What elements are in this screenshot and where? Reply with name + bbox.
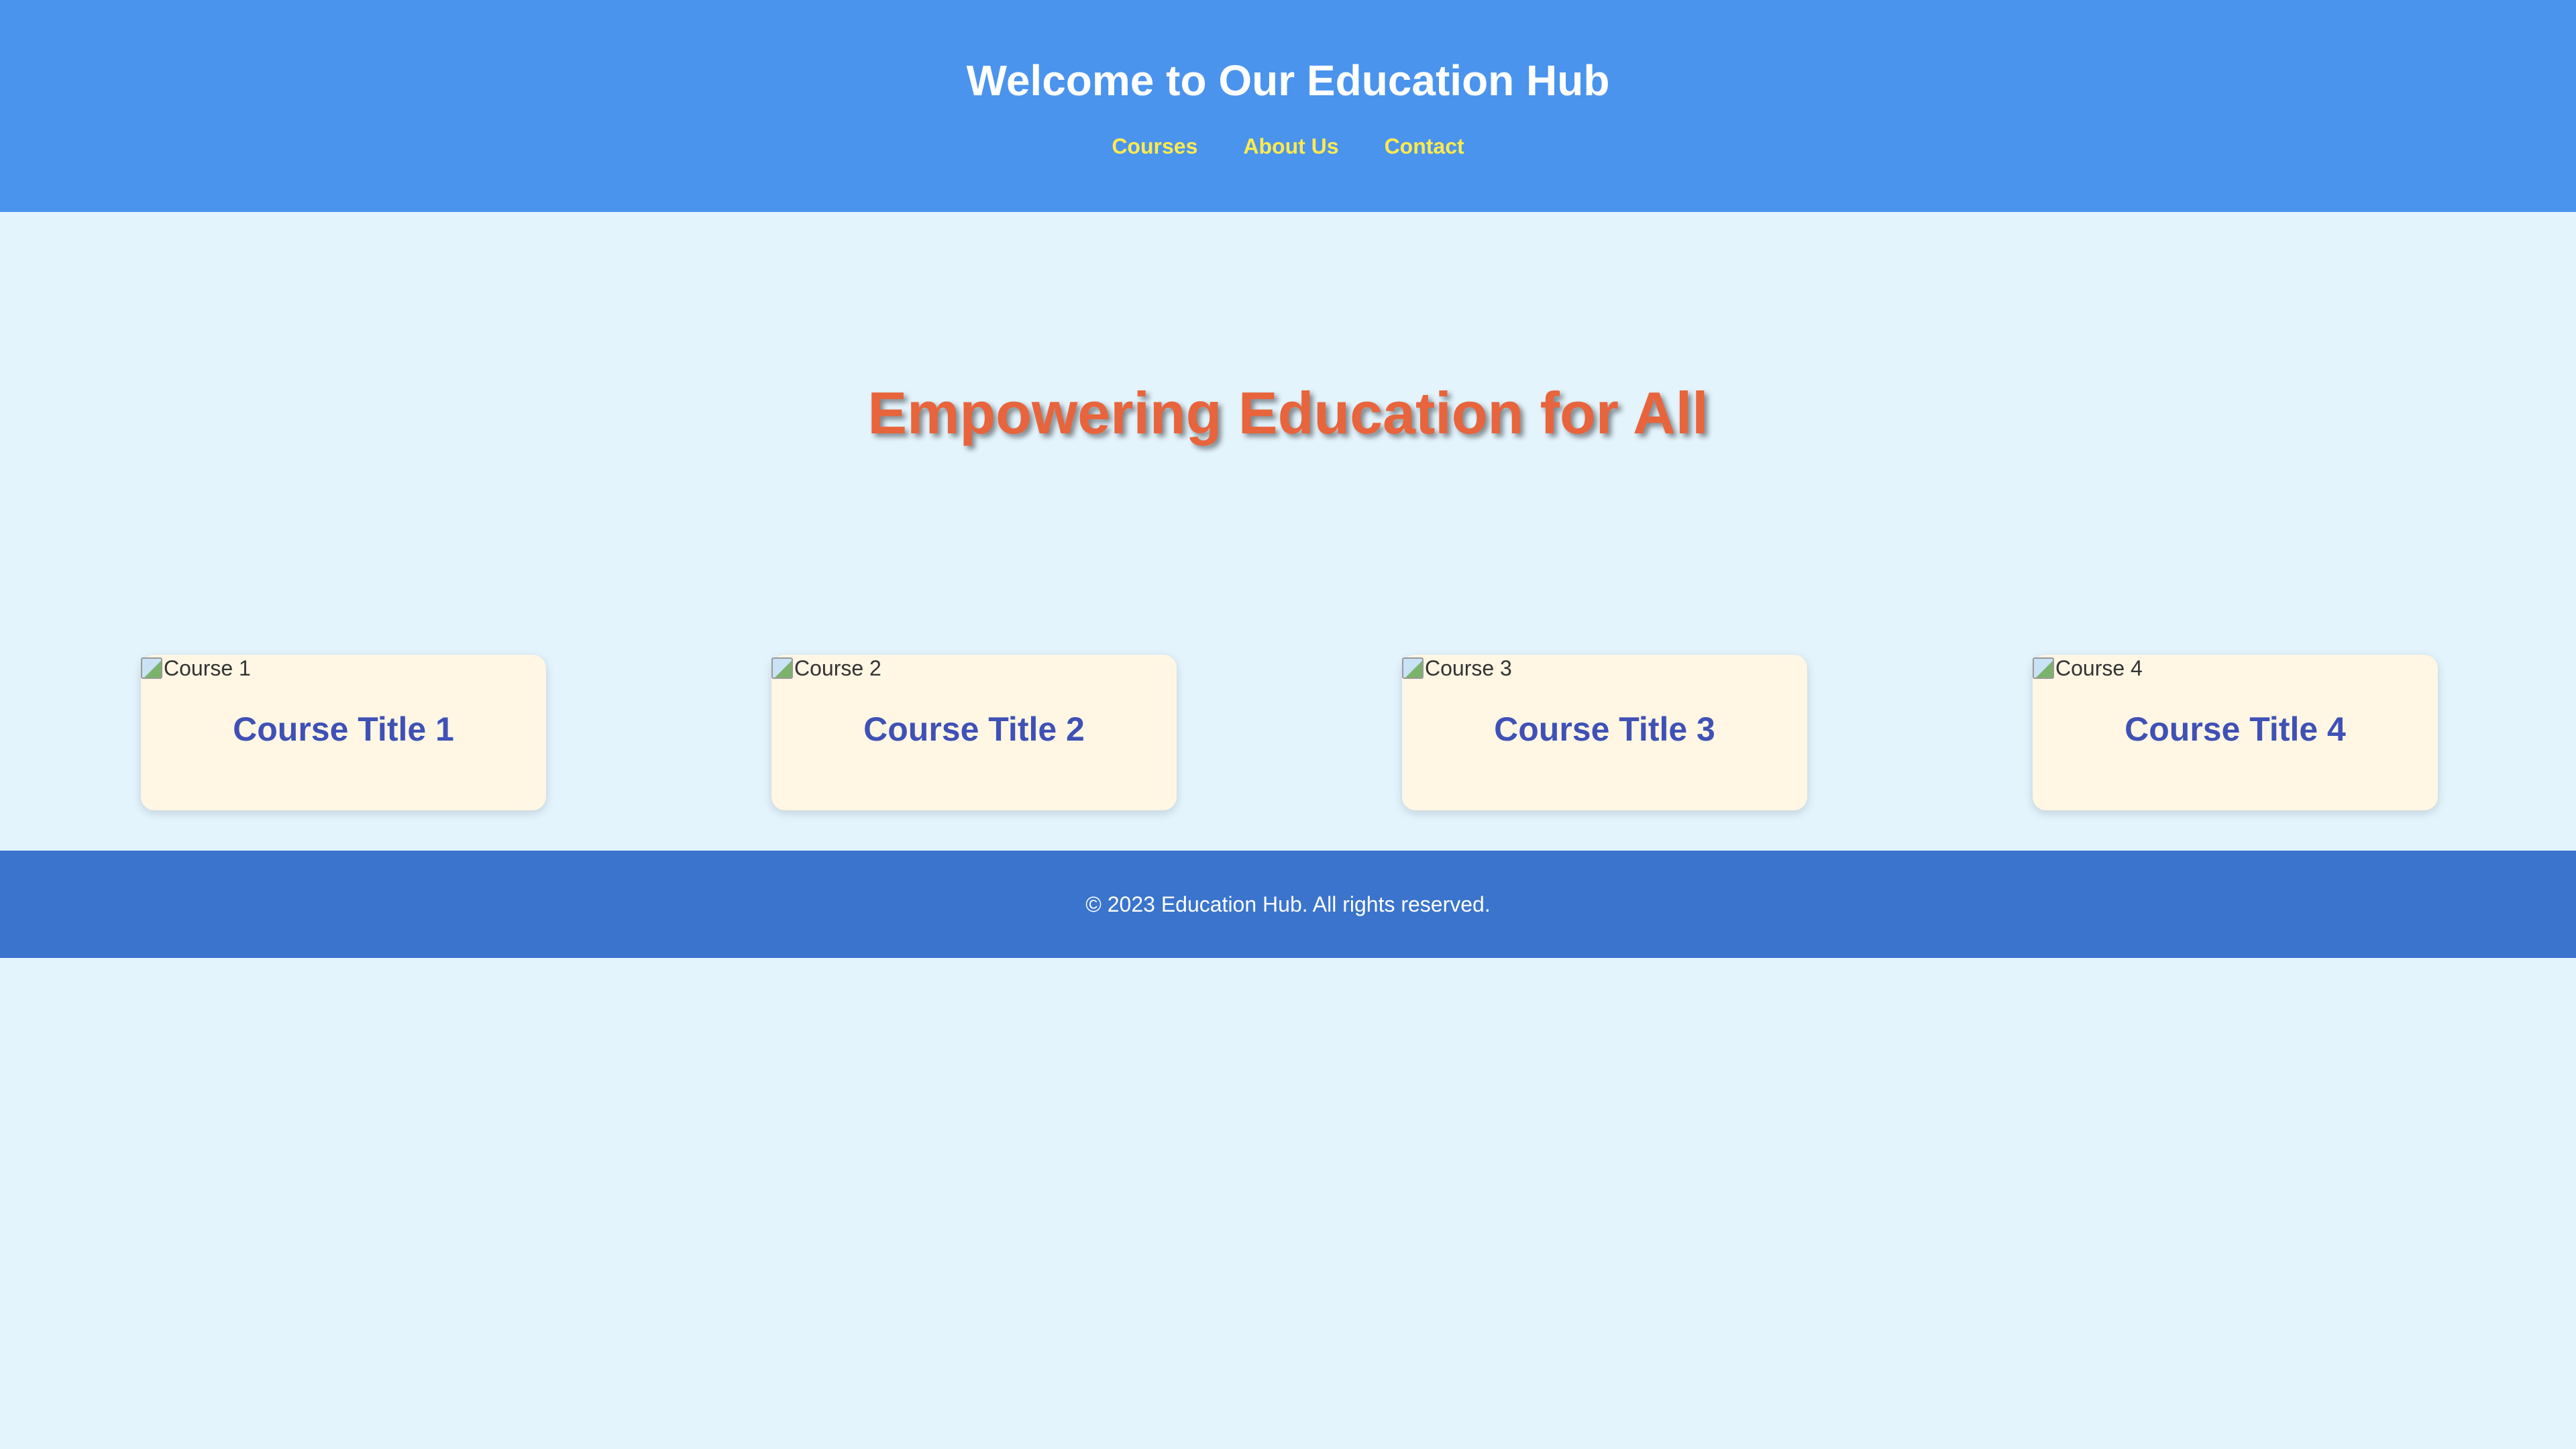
course-card-2[interactable]: Course 2 Course Title 2: [771, 655, 1177, 810]
course-title: Course Title 3: [1494, 710, 1715, 748]
main-nav: Courses About Us Contact: [0, 131, 2576, 161]
site-footer: © 2023 Education Hub. All rights reserve…: [0, 851, 2576, 958]
nav-link-courses[interactable]: Courses: [1112, 131, 1197, 161]
course-image-alt-text: Course 1: [164, 656, 251, 680]
nav-link-about-us[interactable]: About Us: [1243, 131, 1338, 161]
broken-image-icon: [1402, 657, 1424, 679]
course-card-4[interactable]: Course 4 Course Title 4: [2033, 655, 2438, 810]
nav-link-contact[interactable]: Contact: [1385, 131, 1464, 161]
site-header: Welcome to Our Education Hub Courses Abo…: [0, 0, 2576, 212]
course-image-alt-text: Course 4: [2055, 656, 2143, 680]
course-card-3[interactable]: Course 3 Course Title 3: [1402, 655, 1807, 810]
broken-image-icon: [2033, 657, 2054, 679]
site-title: Welcome to Our Education Hub: [966, 56, 1610, 105]
broken-image-icon: [771, 657, 793, 679]
course-card-1[interactable]: Course 1 Course Title 1: [141, 655, 546, 810]
course-title: Course Title 4: [2125, 710, 2346, 748]
course-title: Course Title 2: [863, 710, 1085, 748]
broken-image-icon: [141, 657, 162, 679]
course-image-1: Course 1: [141, 655, 251, 682]
course-image-4: Course 4: [2033, 655, 2143, 682]
copyright-text: © 2023 Education Hub. All rights reserve…: [1085, 892, 1491, 916]
course-image-2: Course 2: [771, 655, 881, 682]
hero-title: Empowering Education for All: [867, 380, 1709, 446]
course-image-alt-text: Course 2: [794, 656, 881, 680]
course-image-3: Course 3: [1402, 655, 1512, 682]
course-image-alt-text: Course 3: [1425, 656, 1512, 680]
course-title: Course Title 1: [233, 710, 454, 748]
